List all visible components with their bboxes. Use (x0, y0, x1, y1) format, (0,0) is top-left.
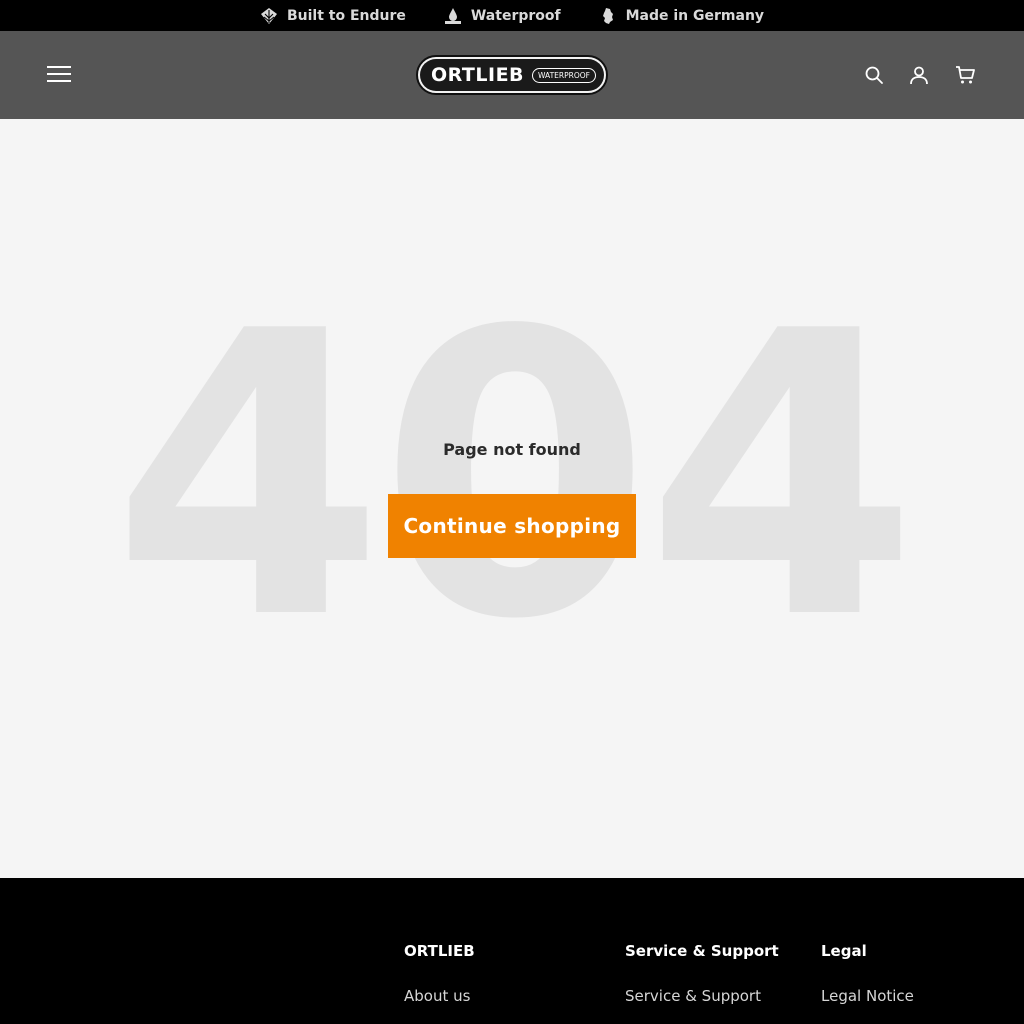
usp-made-in-germany: Made in Germany (599, 7, 764, 25)
not-found-section: 404 Page not found Continue shopping (0, 119, 1024, 878)
announcement-bar: Built to Endure Waterproof Made in Germa… (0, 0, 1024, 31)
page-not-found-message: Page not found (443, 440, 581, 459)
menu-icon[interactable] (47, 66, 71, 84)
logo-wordmark: ORTLIEB (431, 64, 525, 86)
continue-shopping-button[interactable]: Continue shopping (388, 494, 636, 558)
leaf-icon (260, 7, 277, 24)
footer-link-service-support[interactable]: Service & Support (625, 987, 779, 1005)
footer-column-legal: Legal Legal Notice (821, 942, 914, 1005)
footer-heading: Legal (821, 942, 867, 960)
footer-link-about-us[interactable]: About us (404, 987, 475, 1005)
site-footer: ORTLIEB About us Service & Support Servi… (0, 878, 1024, 1024)
search-icon[interactable] (864, 65, 884, 85)
germany-map-icon (602, 7, 613, 24)
usp-label: Waterproof (470, 7, 561, 24)
usp-built-to-endure: Built to Endure (260, 7, 406, 25)
footer-column-service: Service & Support Service & Support (625, 942, 779, 1005)
account-icon[interactable] (909, 65, 929, 85)
water-drop-icon (444, 7, 461, 24)
footer-link-legal-notice[interactable]: Legal Notice (821, 987, 914, 1005)
footer-heading: ORTLIEB (404, 942, 475, 960)
footer-heading: Service & Support (625, 942, 779, 960)
ortlieb-logo[interactable]: ORTLIEB WATERPROOF (416, 55, 608, 95)
usp-label: Made in Germany (625, 7, 765, 24)
usp-label: Built to Endure (286, 7, 406, 24)
usp-waterproof: Waterproof (444, 7, 561, 25)
logo-badge: WATERPROOF (532, 67, 596, 83)
site-header: ORTLIEB WATERPROOF (0, 31, 1024, 119)
footer-column-ortlieb: ORTLIEB About us (404, 942, 475, 1005)
error-code-watermark: 404 (111, 249, 918, 705)
cart-icon[interactable] (955, 65, 975, 85)
